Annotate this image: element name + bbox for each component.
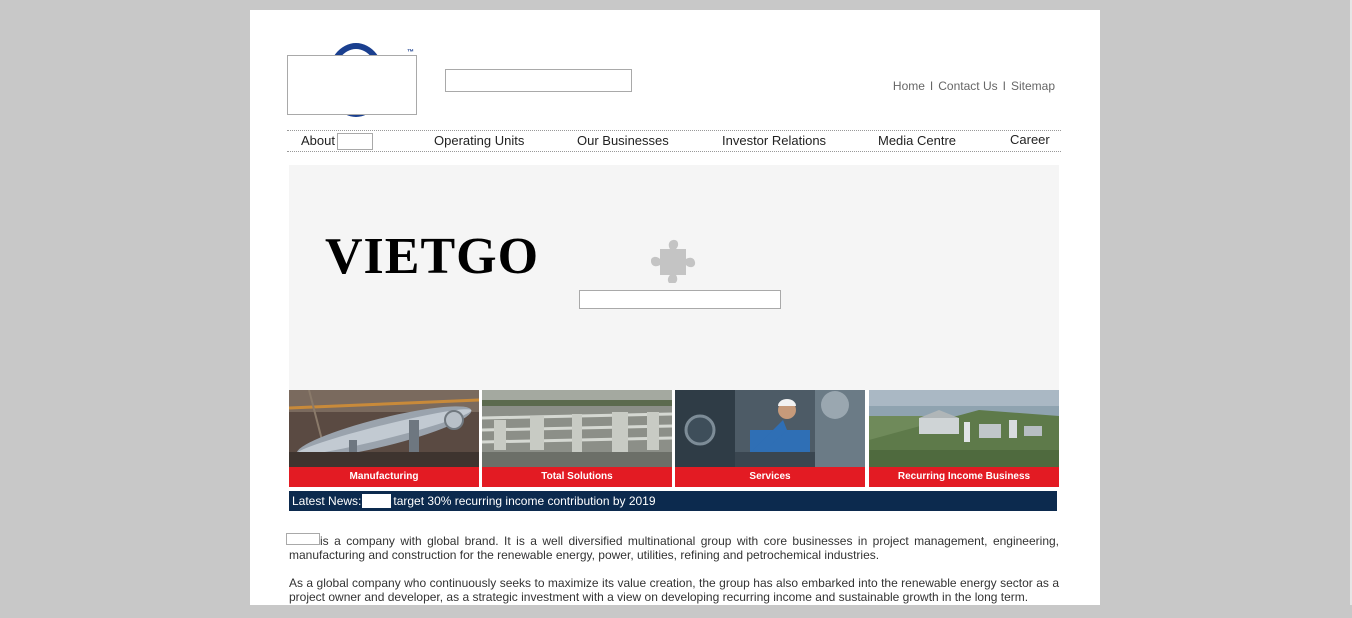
- banner-brand-text: VIETGO: [325, 228, 540, 285]
- banner-input-field[interactable]: [579, 290, 781, 309]
- tile-manufacturing[interactable]: Manufacturing: [289, 390, 479, 487]
- nav-item-media-centre[interactable]: Media Centre: [878, 133, 956, 148]
- business-tiles: Manufacturing Total Solutions Services R…: [289, 390, 1059, 487]
- nav-item-investor-relations[interactable]: Investor Relations: [722, 133, 826, 148]
- company-logo[interactable]: ™: [287, 43, 419, 121]
- news-headline[interactable]: target 30% recurring income contribution…: [393, 494, 655, 508]
- top-links: Home I Contact Us I Sitemap: [893, 79, 1055, 93]
- puzzle-piece-icon: [651, 239, 696, 283]
- tile-recurring-income-business[interactable]: Recurring Income Business: [869, 390, 1059, 487]
- tile-services[interactable]: Services: [675, 390, 865, 487]
- tile-label: Total Solutions: [482, 467, 672, 487]
- services-image: [675, 390, 865, 467]
- news-image-placeholder: [362, 494, 392, 508]
- intro-text: is a company with global brand. It is a …: [286, 533, 1059, 618]
- latest-news-bar[interactable]: Latest News: target 30% recurring income …: [289, 491, 1057, 511]
- manufacturing-image: [289, 390, 479, 467]
- recurring-income-business-image: [869, 390, 1059, 467]
- contact-us-link[interactable]: Contact Us: [938, 79, 997, 93]
- home-link[interactable]: Home: [893, 79, 925, 93]
- nav-item-label: About: [301, 133, 335, 148]
- total-solutions-image: [482, 390, 672, 467]
- sitemap-link[interactable]: Sitemap: [1011, 79, 1055, 93]
- nav-item-about[interactable]: About: [301, 133, 373, 150]
- nav-about-image-placeholder: [336, 133, 373, 150]
- search-input[interactable]: [445, 69, 632, 92]
- main-nav: About Operating Units Our Businesses Inv…: [287, 130, 1061, 152]
- hero-banner: VIETGO: [289, 165, 1059, 390]
- news-label: Latest News:: [292, 494, 362, 508]
- tile-label: Services: [675, 467, 865, 487]
- tile-total-solutions[interactable]: Total Solutions: [482, 390, 672, 487]
- tile-label: Manufacturing: [289, 467, 479, 487]
- nav-item-career[interactable]: Career: [1010, 132, 1050, 147]
- intro-paragraph-1: is a company with global brand. It is a …: [286, 533, 1059, 562]
- link-separator: I: [1002, 79, 1006, 93]
- link-separator: I: [929, 79, 934, 93]
- paragraph-text: is a company with global brand. It is a …: [289, 534, 1059, 562]
- page-container: ™ Home I Contact Us I Sitemap About Operatin…: [250, 10, 1100, 605]
- intro-paragraph-2: As a global company who continuously see…: [289, 576, 1059, 604]
- nav-item-our-businesses[interactable]: Our Businesses: [577, 133, 669, 148]
- inline-image-placeholder: [286, 533, 320, 545]
- broken-logo-image: [287, 55, 417, 115]
- nav-item-operating-units[interactable]: Operating Units: [434, 133, 524, 148]
- tile-label: Recurring Income Business: [869, 467, 1059, 487]
